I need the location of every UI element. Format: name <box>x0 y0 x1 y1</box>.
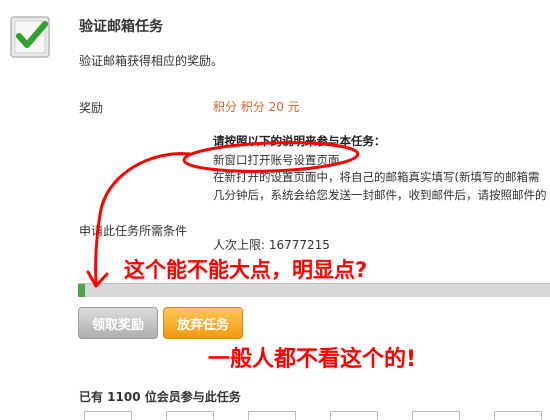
conditions-label: 申请此任务所需条件 <box>79 224 188 238</box>
reward-label: 奖励 <box>79 101 104 115</box>
reward-value: 积分 积分 20 元 <box>213 100 300 114</box>
task-title: 验证邮箱任务 <box>79 19 163 35</box>
avatar[interactable] <box>248 411 296 420</box>
annotation-make-bigger: 这个能不能大点，明显点? <box>124 258 368 282</box>
task-progress-fill <box>78 284 86 297</box>
avatar[interactable] <box>412 411 460 420</box>
task-progress-bar <box>78 283 550 297</box>
instructions-title: 请按照以下的说明来参与本任务： <box>213 134 386 148</box>
task-description: 验证邮箱获得相应的奖励。 <box>79 54 224 68</box>
avatar[interactable] <box>166 411 214 420</box>
instruction-step: 几分钟后，系统会给您发送一封邮件，收到邮件后，请按照邮件的 <box>213 188 547 202</box>
annotation-nobody-reads: 一般人都不看这个的! <box>208 347 417 372</box>
participants-count: 已有 1100 位会员参与此任务 <box>79 390 241 404</box>
avatar[interactable] <box>84 411 132 420</box>
checkmark-icon <box>10 16 50 58</box>
participant-limit: 人次上限: 16777215 <box>213 238 330 252</box>
claim-reward-button[interactable]: 领取奖励 <box>78 307 158 339</box>
abandon-task-button[interactable]: 放弃任务 <box>163 307 243 339</box>
avatar[interactable] <box>494 411 542 420</box>
avatar[interactable] <box>330 411 378 420</box>
instruction-step: 在新打开的设置页面中，将自己的邮箱真实填写(新填写的邮箱需 <box>213 170 540 184</box>
account-settings-link[interactable]: 新窗口打开账号设置页面 <box>213 152 340 168</box>
